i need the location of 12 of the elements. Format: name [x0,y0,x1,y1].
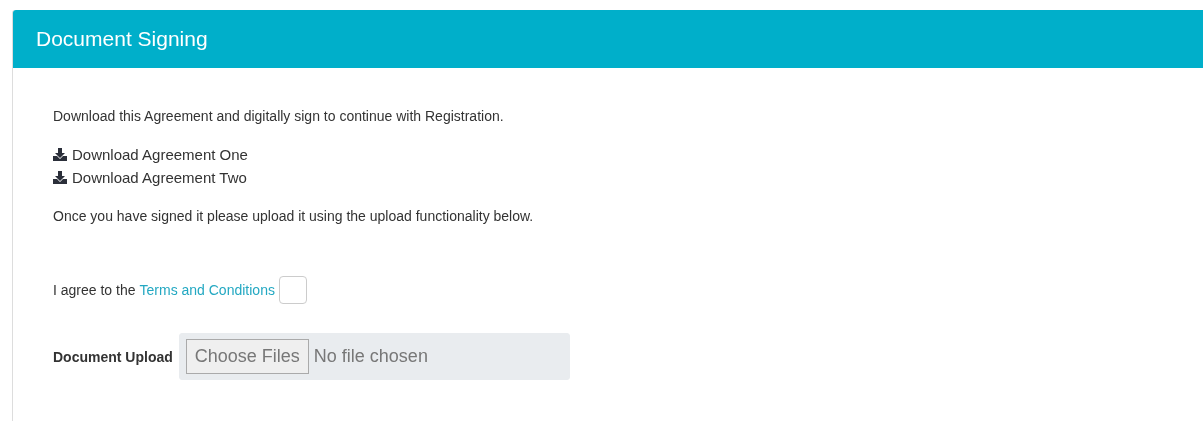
terms-link[interactable]: Terms and Conditions [139,282,275,298]
download-icon [53,148,67,161]
download-icon [53,171,67,184]
file-status-text: No file chosen [313,346,428,367]
agree-checkbox[interactable] [278,276,307,304]
instruction-text: Once you have signed it please upload it using the upload functionality below. [53,208,535,224]
agree-text: I agree to the [53,282,136,298]
download-link[interactable]: Download Agreement One [53,146,248,163]
panel-title: Document Signing [36,27,208,51]
intro-text: Download this Agreement and digitally sign to continue with Registration. [53,108,505,124]
upload-label: Document Upload [53,348,173,365]
download-link[interactable]: Download Agreement Two [53,169,247,186]
